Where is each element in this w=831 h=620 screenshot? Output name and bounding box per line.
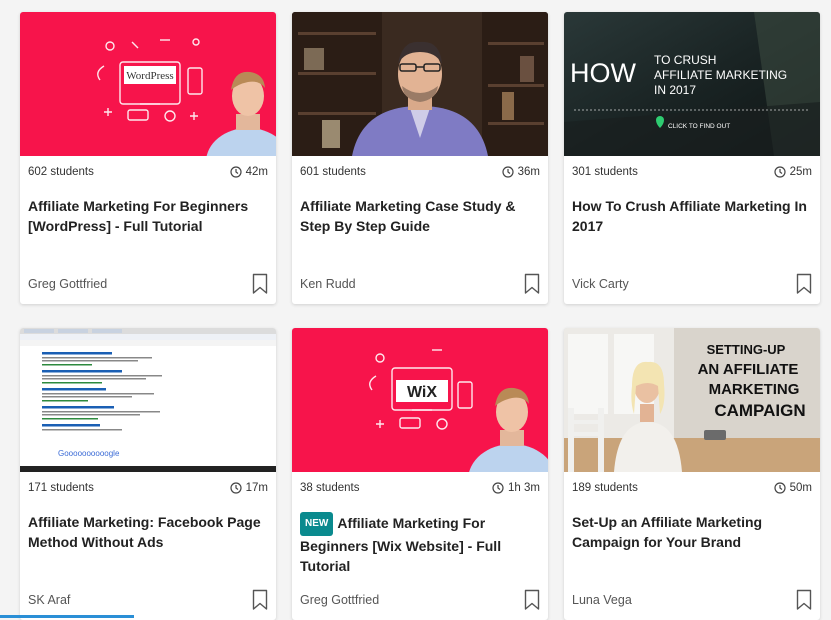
class-footer: Greg Gottfried bbox=[300, 588, 540, 612]
thumb-line-1: SETTING-UP bbox=[707, 342, 786, 357]
duration: 17m bbox=[230, 482, 268, 494]
duration-label: 36m bbox=[518, 166, 540, 178]
author-name[interactable]: Luna Vega bbox=[572, 593, 632, 607]
clock-icon bbox=[774, 166, 786, 178]
thumb-line-3: IN 2017 bbox=[654, 83, 696, 97]
class-meta: 189 students 50m bbox=[564, 472, 820, 504]
clock-icon bbox=[774, 482, 786, 494]
class-footer: Vick Carty bbox=[572, 272, 812, 296]
class-title[interactable]: NEWAffiliate Marketing For Beginners [Wi… bbox=[292, 504, 548, 592]
bookmark-icon[interactable] bbox=[796, 589, 812, 611]
duration: 42m bbox=[230, 166, 268, 178]
bookmark-icon[interactable] bbox=[252, 589, 268, 611]
thumb-text: WiX bbox=[407, 384, 437, 401]
author-name[interactable]: Greg Gottfried bbox=[28, 277, 107, 291]
class-thumbnail[interactable]: HOW TO CRUSH AFFILIATE MARKETING IN 2017… bbox=[564, 12, 820, 156]
thumb-line-2: AN AFFILIATE bbox=[698, 361, 799, 378]
author-name[interactable]: Ken Rudd bbox=[300, 277, 356, 291]
clock-icon bbox=[492, 482, 504, 494]
class-meta: 171 students 17m bbox=[20, 472, 276, 504]
student-count: 189 students bbox=[572, 482, 638, 494]
class-meta: 602 students 42m bbox=[20, 156, 276, 188]
student-count: 602 students bbox=[28, 166, 94, 178]
class-footer: Greg Gottfried bbox=[28, 272, 268, 296]
duration-label: 50m bbox=[790, 482, 812, 494]
duration: 50m bbox=[774, 482, 812, 494]
class-title-text: Affiliate Marketing For Beginners [WordP… bbox=[28, 198, 248, 234]
class-title-text: Set-Up an Affiliate Marketing Campaign f… bbox=[572, 514, 762, 550]
author-name[interactable]: Vick Carty bbox=[572, 277, 629, 291]
thumb-line-1: TO CRUSH bbox=[654, 53, 716, 67]
thumb-line-4: CAMPAIGN bbox=[714, 401, 805, 420]
class-title[interactable]: Affiliate Marketing: Facebook Page Metho… bbox=[20, 504, 276, 592]
duration-label: 1h 3m bbox=[508, 482, 540, 494]
duration-label: 25m bbox=[790, 166, 812, 178]
class-thumbnail[interactable] bbox=[292, 12, 548, 156]
clock-icon bbox=[230, 166, 242, 178]
class-footer: SK Araf bbox=[28, 588, 268, 612]
class-thumbnail[interactable]: WordPress bbox=[20, 12, 276, 156]
author-name[interactable]: SK Araf bbox=[28, 593, 70, 607]
new-badge: NEW bbox=[300, 512, 333, 536]
bookmark-icon[interactable] bbox=[524, 589, 540, 611]
class-thumbnail[interactable]: WiX bbox=[292, 328, 548, 472]
thumb-big-text: HOW bbox=[570, 58, 637, 88]
clock-icon bbox=[230, 482, 242, 494]
thumb-line-3: MARKETING bbox=[709, 381, 800, 398]
class-card[interactable]: 601 students 36m Affiliate Marketing Cas… bbox=[292, 12, 548, 304]
bookmark-icon[interactable] bbox=[252, 273, 268, 295]
duration: 36m bbox=[502, 166, 540, 178]
thumb-text: WordPress bbox=[126, 70, 173, 82]
class-title-text: Affiliate Marketing Case Study & Step By… bbox=[300, 198, 516, 234]
class-card[interactable]: WiX 38 students 1h 3m NEWAffiliate Marke… bbox=[292, 328, 548, 620]
class-grid: WordPress 602 students 42m Affiliate Mar… bbox=[20, 12, 820, 620]
bookmark-icon[interactable] bbox=[796, 273, 812, 295]
class-footer: Ken Rudd bbox=[300, 272, 540, 296]
student-count: 171 students bbox=[28, 482, 94, 494]
class-card[interactable]: SETTING-UP AN AFFILIATE MARKETING CAMPAI… bbox=[564, 328, 820, 620]
student-count: 38 students bbox=[300, 482, 359, 494]
student-count: 301 students bbox=[572, 166, 638, 178]
thumb-cta: CLICK TO FIND OUT bbox=[668, 123, 730, 130]
duration-label: 17m bbox=[246, 482, 268, 494]
class-title-text: How To Crush Affiliate Marketing In 2017 bbox=[572, 198, 807, 234]
duration-label: 42m bbox=[246, 166, 268, 178]
thumb-logo: Goooooooooogle bbox=[58, 449, 120, 458]
class-title[interactable]: Affiliate Marketing For Beginners [WordP… bbox=[20, 188, 276, 276]
class-thumbnail[interactable]: Goooooooooogle bbox=[20, 328, 276, 472]
author-name[interactable]: Greg Gottfried bbox=[300, 593, 379, 607]
class-title-text: Affiliate Marketing: Facebook Page Metho… bbox=[28, 514, 261, 550]
class-title[interactable]: How To Crush Affiliate Marketing In 2017 bbox=[564, 188, 820, 276]
clock-icon bbox=[502, 166, 514, 178]
class-thumbnail[interactable]: SETTING-UP AN AFFILIATE MARKETING CAMPAI… bbox=[564, 328, 820, 472]
class-title[interactable]: Affiliate Marketing Case Study & Step By… bbox=[292, 188, 548, 276]
duration: 25m bbox=[774, 166, 812, 178]
class-footer: Luna Vega bbox=[572, 588, 812, 612]
class-meta: 301 students 25m bbox=[564, 156, 820, 188]
class-meta: 38 students 1h 3m bbox=[292, 472, 548, 504]
student-count: 601 students bbox=[300, 166, 366, 178]
bookmark-icon[interactable] bbox=[524, 273, 540, 295]
class-card[interactable]: Goooooooooogle 171 students 17m Affiliat… bbox=[20, 328, 276, 620]
thumb-line-2: AFFILIATE MARKETING bbox=[654, 68, 787, 82]
class-title[interactable]: Set-Up an Affiliate Marketing Campaign f… bbox=[564, 504, 820, 592]
duration: 1h 3m bbox=[492, 482, 540, 494]
class-card[interactable]: WordPress 602 students 42m Affiliate Mar… bbox=[20, 12, 276, 304]
class-meta: 601 students 36m bbox=[292, 156, 548, 188]
class-card[interactable]: HOW TO CRUSH AFFILIATE MARKETING IN 2017… bbox=[564, 12, 820, 304]
